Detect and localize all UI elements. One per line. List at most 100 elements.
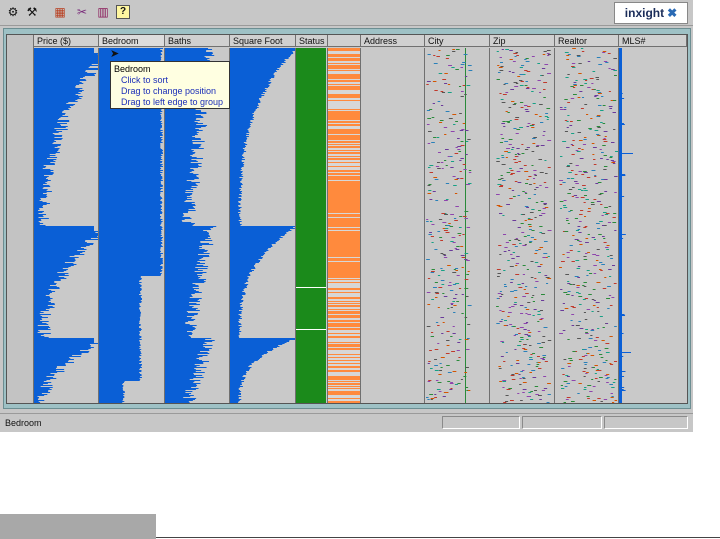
text-mark [601, 215, 604, 216]
bar-mark [34, 314, 51, 315]
bar-mark [34, 224, 40, 225]
bar-mark [619, 166, 622, 167]
status-mark [328, 234, 360, 235]
text-mark [517, 227, 521, 228]
text-mark [537, 80, 541, 81]
status-mark [328, 282, 360, 283]
bar-mark [619, 208, 622, 209]
status-mark [328, 126, 360, 127]
status-mark [328, 375, 360, 376]
text-mark [526, 87, 530, 88]
bar-mark [230, 104, 259, 105]
bar-mark [619, 375, 622, 376]
column-header-city[interactable]: City [425, 35, 490, 47]
status-mark [328, 115, 360, 116]
text-mark [569, 121, 573, 122]
status-mark [328, 139, 360, 140]
bar-mark [619, 305, 622, 306]
bar-mark [34, 351, 90, 352]
bar-mark [619, 139, 622, 140]
column-city[interactable] [425, 48, 490, 403]
column-status-type[interactable] [328, 48, 361, 403]
bar-mark [165, 389, 196, 390]
bar-mark [34, 80, 87, 81]
column-status[interactable] [296, 48, 328, 403]
column-header-bedroom[interactable]: Bedroom [99, 35, 165, 47]
column-header-address[interactable]: Address [361, 35, 425, 47]
bar-mark [165, 338, 212, 339]
text-mark [510, 254, 513, 255]
bar-mark [34, 84, 80, 85]
bar-mark [619, 120, 622, 121]
bar-mark [34, 48, 94, 49]
bar-mark [99, 126, 163, 127]
bar-mark [99, 131, 161, 132]
text-mark [582, 285, 585, 286]
bar-mark [619, 263, 622, 264]
bar-mark [619, 118, 622, 119]
column-header-price[interactable]: Price ($) [34, 35, 99, 47]
status-mark [328, 344, 360, 345]
text-mark [509, 168, 512, 169]
bar-mark [619, 296, 622, 297]
text-mark [433, 177, 438, 178]
text-mark [572, 235, 575, 236]
column-realtor[interactable] [555, 48, 619, 403]
bar-mark [165, 315, 195, 316]
bar-mark [34, 327, 51, 328]
status-mark [328, 88, 360, 89]
bar-mark [619, 178, 622, 179]
text-mark [544, 173, 548, 174]
column-header-status[interactable]: Status [296, 35, 328, 47]
bar-mark [99, 333, 140, 334]
bar-mark [165, 236, 211, 237]
bar-mark [165, 218, 192, 219]
text-mark [532, 178, 536, 179]
column-zip[interactable] [490, 48, 555, 403]
bar-mark [165, 207, 194, 208]
text-mark [523, 351, 528, 352]
bar-mark [165, 125, 208, 126]
bar-mark [165, 357, 200, 358]
bottom-bar [0, 514, 156, 539]
filter-icon[interactable]: ✂ [74, 4, 90, 20]
text-mark [533, 174, 537, 175]
bar-mark [165, 169, 194, 170]
settings-icon[interactable]: ⚙ [5, 4, 21, 20]
bar-mark [34, 386, 41, 387]
bar-mark [230, 332, 240, 333]
bar-mark [165, 226, 217, 227]
table-icon[interactable]: ▦ [52, 4, 68, 20]
column-header-square-foot[interactable]: Square Foot [230, 35, 296, 47]
text-mark [560, 388, 565, 389]
status-mark [328, 62, 360, 63]
status-mark [328, 402, 360, 403]
column-header-status-type[interactable] [328, 35, 361, 47]
column-address[interactable] [361, 48, 425, 403]
text-mark [566, 383, 571, 384]
text-mark [464, 76, 468, 77]
bar-mark [619, 346, 622, 347]
text-mark [579, 214, 583, 215]
column-price[interactable] [34, 48, 99, 403]
hammer-icon[interactable]: ⚒ [24, 4, 40, 20]
text-mark [445, 199, 449, 200]
status-mark [328, 202, 360, 203]
column-header-baths[interactable]: Baths [165, 35, 230, 47]
row-header-column[interactable] [7, 35, 34, 403]
bar-mark [99, 109, 162, 110]
column-mls[interactable] [619, 48, 687, 403]
text-mark [610, 142, 615, 143]
column-header-mls[interactable]: MLS# [619, 35, 687, 47]
column-icon[interactable]: ▥ [95, 4, 111, 20]
bar-mark [230, 356, 263, 357]
bar-mark [99, 377, 142, 378]
help-icon[interactable]: ? [116, 5, 130, 19]
bar-mark [619, 167, 622, 168]
text-mark [506, 172, 511, 173]
bar-mark [165, 122, 198, 123]
column-header-realtor[interactable]: Realtor [555, 35, 619, 47]
text-mark [464, 279, 469, 280]
column-header-zip[interactable]: Zip [490, 35, 555, 47]
column-square-foot[interactable] [230, 48, 296, 403]
